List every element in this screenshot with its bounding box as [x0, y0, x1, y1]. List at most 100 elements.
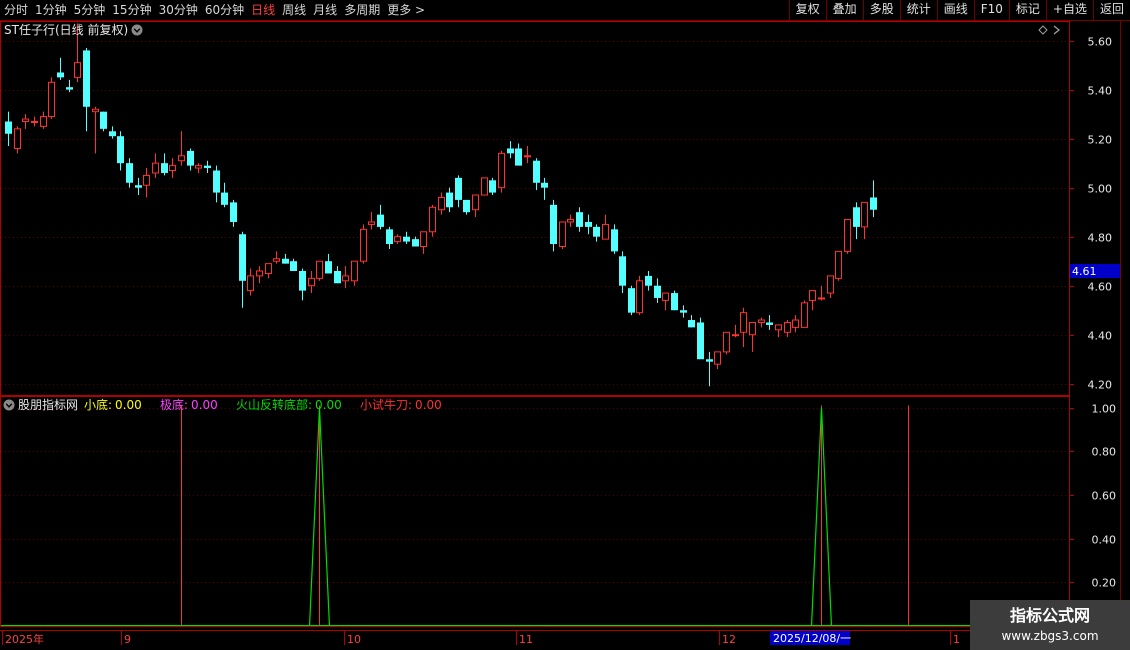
candle-body-up	[844, 219, 851, 252]
candle-body-up	[152, 162, 159, 174]
candle-body-down	[446, 192, 453, 208]
candle-body-up	[602, 223, 609, 240]
candle-body-up	[801, 302, 808, 328]
candle-body-up	[368, 221, 375, 225]
date-label: 12	[722, 633, 736, 646]
candle-body-down	[654, 285, 661, 298]
candle-body-down	[239, 234, 246, 281]
date-label: 10	[347, 633, 361, 646]
candle-body-down	[377, 214, 384, 227]
date-label: 2025年	[5, 632, 44, 646]
price-axis: 5.60 5.40 5.20 5.00 4.80 4.60 4.40 4.20	[1069, 36, 1112, 392]
candle-body-up	[256, 270, 263, 277]
indicator-axis-label: 0.20	[1092, 577, 1117, 590]
candle-body-down	[403, 236, 410, 242]
date-label: 1	[953, 633, 960, 646]
candle-body-down	[290, 261, 297, 271]
candle-body-down	[853, 207, 860, 227]
candle-body-up	[472, 194, 479, 211]
candle-body-up	[247, 275, 254, 292]
stock-title: ST任子行(日线 前复权)	[4, 22, 128, 37]
candle-body-up	[732, 334, 739, 337]
candle-body-up	[636, 280, 643, 314]
price-axis-label: 4.80	[1088, 232, 1113, 245]
candle-body-down	[135, 185, 142, 188]
candle-body-down	[507, 148, 514, 154]
candle-body-up	[498, 152, 505, 189]
candle-body-down	[187, 150, 194, 166]
candle-body-down	[83, 50, 90, 107]
title-dropdown-icon[interactable]	[131, 24, 143, 36]
candle-body-down	[213, 170, 220, 193]
legend-item: 火山反转底部: 0.00	[236, 397, 342, 412]
price-axis-label: 5.60	[1088, 36, 1113, 49]
candle-body-up	[749, 321, 756, 336]
candle-body-up	[22, 118, 29, 122]
indicator-axis: 1.00 0.80 0.60 0.40 0.20	[1069, 403, 1116, 590]
legend-value: 0.00	[415, 398, 442, 412]
candle-body-down	[221, 192, 228, 205]
candle-body-down	[66, 87, 73, 90]
indicator-axis-label: 0.80	[1092, 446, 1117, 459]
candle-body-up	[342, 275, 349, 282]
candle-body-down	[533, 160, 540, 183]
candle-body-down	[550, 204, 557, 245]
candle-body-up	[40, 116, 47, 127]
candle-body-down	[706, 359, 713, 362]
legend-label: 极底:	[160, 397, 188, 412]
indicator-axis-label: 1.00	[1092, 403, 1117, 416]
cursor-date: 2025/12/08/一	[773, 632, 851, 645]
candle-body-up	[273, 258, 280, 262]
legend-value: 0.00	[315, 398, 342, 412]
candle-body-down	[100, 111, 107, 129]
price-axis-label: 5.00	[1088, 183, 1113, 196]
candle-body-down	[680, 310, 687, 313]
indicator-legend: 小底: 0.00 极底: 0.00 火山反转底部: 0.00 小试牛刀: 0.00	[84, 397, 442, 412]
candle-body-down	[611, 229, 618, 252]
legend-label: 小试牛刀:	[360, 397, 412, 412]
candle-body-up	[265, 263, 272, 274]
candle-body-up	[351, 260, 358, 282]
legend-item: 小试牛刀: 0.00	[360, 397, 442, 412]
candle-body-down	[463, 199, 470, 213]
candle-body-down	[593, 226, 600, 237]
price-panel-frame	[0, 21, 1070, 396]
candle-body-up	[524, 155, 531, 158]
candle-body-down	[455, 177, 462, 200]
candle-body-up	[48, 81, 55, 118]
candle-body-up	[827, 275, 834, 294]
price-axis-label: 4.40	[1088, 330, 1113, 343]
candle-body-up	[784, 321, 791, 333]
candle-body-down	[515, 148, 522, 166]
candle-body-down	[230, 202, 237, 222]
candle-body-up	[394, 236, 401, 243]
candle-body-up	[143, 174, 150, 186]
candle-body-down	[671, 293, 678, 311]
candle-body-down	[299, 271, 306, 291]
candle-body-down	[688, 320, 695, 328]
candle-body-up	[740, 312, 747, 333]
price-axis-label: 5.40	[1088, 85, 1113, 98]
indicator-axis-label: 0.40	[1092, 534, 1117, 547]
indicator-lines	[1, 405, 1069, 626]
candle-body-down	[126, 163, 133, 183]
indicator-dropdown-icon[interactable]	[3, 399, 15, 411]
candle-body-down	[386, 229, 393, 245]
date-label: 11	[519, 633, 533, 646]
candle-body-down	[766, 322, 773, 325]
diamond-icon[interactable]	[1038, 25, 1048, 35]
legend-item: 小底: 0.00	[84, 397, 142, 412]
candle-body-down	[585, 221, 592, 227]
last-price-value: 4.61	[1072, 265, 1097, 278]
legend-label: 火山反转底部:	[236, 397, 312, 412]
candle-body-down	[645, 275, 652, 286]
legend-value: 0.00	[115, 398, 142, 412]
chart-area[interactable]: 5.60 5.40 5.20 5.00 4.80 4.60 4.40 4.20 1.00 0.8…	[0, 0, 1130, 650]
indicator-name: 股朋指标网	[18, 397, 78, 412]
candle-body-up	[835, 250, 842, 279]
candle-body-down	[325, 261, 332, 274]
candle-body-up	[178, 155, 185, 162]
candle-body-down	[161, 163, 168, 173]
chevron-right-icon[interactable]	[1053, 25, 1061, 35]
candle-body-down	[541, 182, 548, 188]
